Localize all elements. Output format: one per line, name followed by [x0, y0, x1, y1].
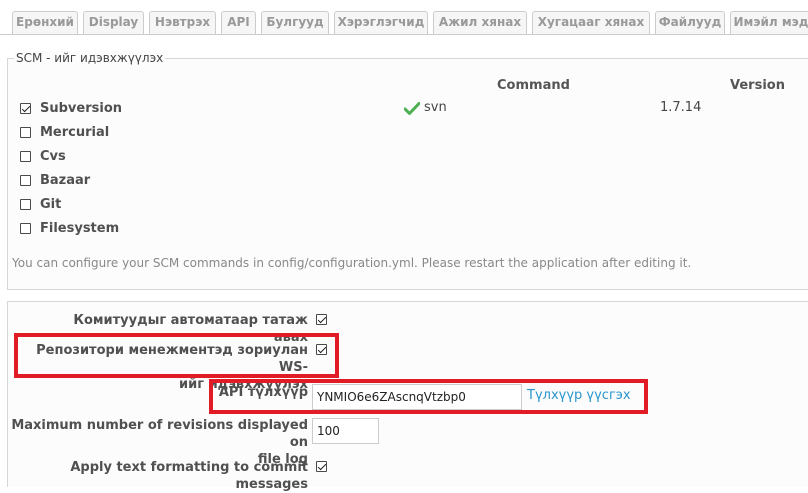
checkmark-icon: [404, 102, 420, 115]
filesystem-label: Filesystem: [40, 221, 120, 236]
max-revisions-input[interactable]: 100: [312, 418, 379, 444]
filesystem-checkbox[interactable]: [20, 223, 31, 234]
text-formatting-checkbox[interactable]: [316, 461, 327, 472]
tab-general[interactable]: Ерөнхий: [12, 11, 78, 34]
tab-login[interactable]: Нэвтрэх: [149, 11, 216, 34]
api-key-highlight-box: [209, 379, 648, 414]
tab-files[interactable]: Файлууд: [655, 11, 725, 34]
mercurial-checkbox[interactable]: [20, 127, 31, 138]
scm-config-hint: You can configure your SCM commands in c…: [12, 256, 692, 270]
tab-users[interactable]: Хэрэглэгчид: [334, 11, 428, 34]
cvs-checkbox[interactable]: [20, 151, 31, 162]
subversion-label: Subversion: [40, 101, 123, 116]
tab-issue-tracking[interactable]: Ажил хянах: [433, 11, 527, 34]
tab-time-tracking[interactable]: Хугацааг хянах: [532, 11, 650, 34]
column-header-command: Command: [497, 78, 570, 93]
ws-highlight-box: [14, 333, 339, 378]
bazaar-checkbox[interactable]: [20, 175, 31, 186]
subversion-command: svn: [424, 100, 447, 115]
text-formatting-label: Apply text formatting to commit messages: [70, 460, 308, 492]
tab-email-notifications[interactable]: Имэйл мэд: [730, 11, 808, 34]
mercurial-label: Mercurial: [40, 125, 110, 140]
subversion-version: 1.7.14: [660, 100, 702, 115]
tab-display[interactable]: Display: [83, 11, 144, 34]
column-header-version: Version: [730, 78, 785, 93]
git-label: Git: [40, 197, 62, 212]
subversion-checkbox[interactable]: [20, 103, 31, 114]
scm-legend: SCM - ийг идэвхжүүлэх: [14, 51, 166, 65]
cvs-label: Cvs: [40, 149, 66, 164]
git-checkbox[interactable]: [20, 199, 31, 210]
max-revisions-label-line1: Maximum number of revisions displayed on: [11, 418, 308, 450]
tab-projects[interactable]: Булгууд: [261, 11, 329, 34]
tab-bar: Ерөнхий Display Нэвтрэх API Булгууд Хэрэ…: [0, 0, 808, 36]
tab-api[interactable]: API: [221, 11, 256, 34]
bazaar-label: Bazaar: [40, 173, 91, 188]
autofetch-checkbox[interactable]: [316, 314, 327, 325]
